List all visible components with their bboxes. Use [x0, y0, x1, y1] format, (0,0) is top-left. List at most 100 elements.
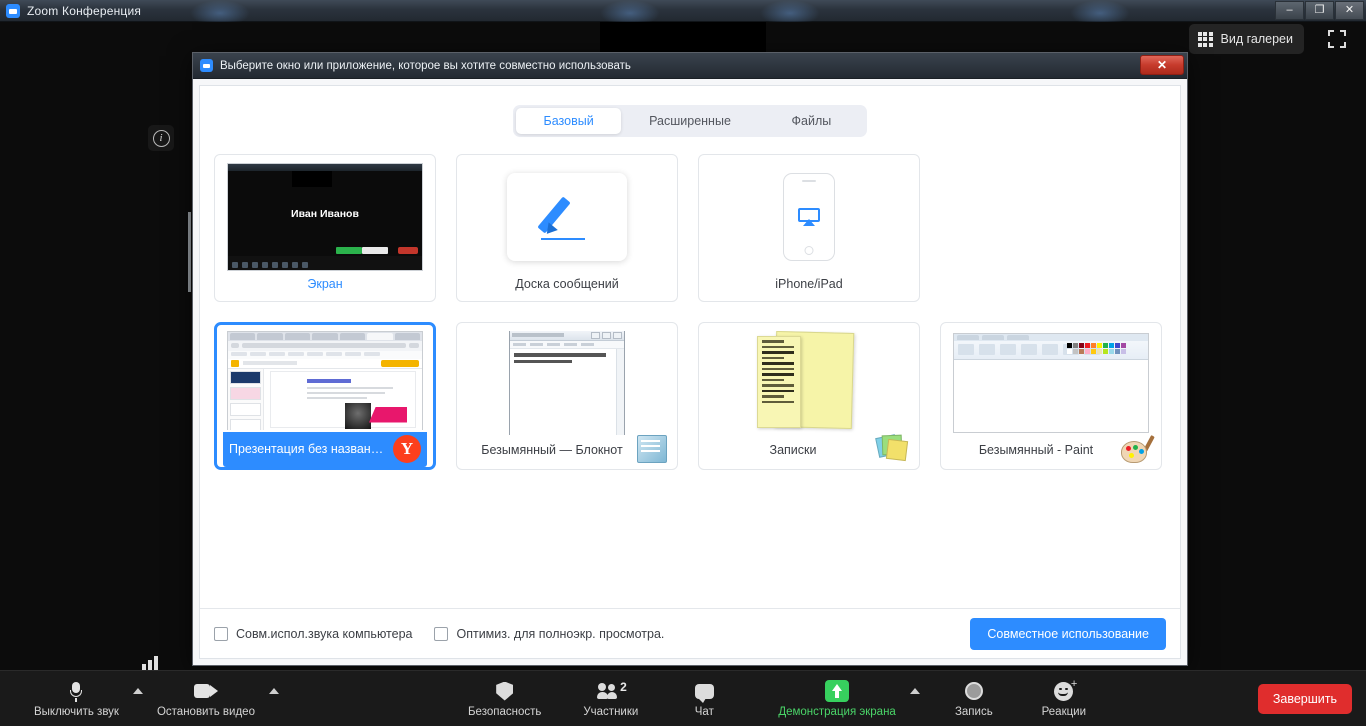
share-card-iphone-ipad[interactable]: iPhone/iPad — [698, 154, 920, 302]
minimize-button[interactable]: – — [1275, 1, 1304, 20]
microphone-icon — [70, 680, 83, 702]
security-button[interactable]: Безопасность — [460, 671, 549, 726]
chevron-up-icon — [132, 687, 143, 694]
sticky-notes-thumbnail — [707, 331, 911, 435]
checkbox-box[interactable] — [214, 626, 228, 641]
checkbox-optimize-fullscreen[interactable]: Оптимиз. для полноэкр. просмотра. — [434, 626, 665, 641]
fullscreen-icon[interactable] — [1328, 30, 1346, 48]
participants-label: Участники — [583, 706, 639, 718]
dialog-body: Базовый Расширенные Файлы Иван Иванов Эк… — [199, 85, 1181, 659]
os-titlebar: Zoom Конференция – ❐ ✕ — [0, 0, 1366, 22]
security-label: Безопасность — [468, 706, 542, 718]
record-button[interactable]: Запись — [942, 671, 1006, 726]
dialog-title: Выберите окно или приложение, которое вы… — [220, 59, 631, 72]
chevron-up-icon — [268, 687, 279, 694]
grid-icon — [1197, 31, 1213, 47]
video-thumbnail-strip — [600, 22, 766, 56]
share-card-label-sticky-notes: Записки — [769, 443, 817, 457]
tab-advanced[interactable]: Расширенные — [623, 108, 757, 134]
record-label: Запись — [954, 706, 993, 718]
signal-strength-icon — [142, 652, 164, 670]
share-card-label-iphone-ipad: iPhone/iPad — [775, 277, 843, 291]
share-target-grid: Иван Иванов Экран Доска сообщений iPhone… — [200, 137, 1180, 470]
share-card-label-presentation: Презентация без названия - Go... — [229, 442, 389, 456]
share-button[interactable]: Совместное использование — [970, 617, 1166, 650]
paint-thumbnail — [949, 331, 1153, 435]
share-card-whiteboard[interactable]: Доска сообщений — [456, 154, 678, 302]
gallery-view-label: Вид галереи — [1220, 32, 1293, 46]
share-card-paint[interactable]: Безымянный - Paint — [940, 322, 1162, 470]
checkbox-label-audio: Совм.испол.звука компьютера — [236, 626, 413, 641]
presentation-thumbnail — [223, 331, 427, 430]
os-window-controls: – ❐ ✕ — [1275, 1, 1364, 20]
shield-icon — [496, 680, 514, 702]
screen-thumbnail: Иван Иванов — [223, 163, 427, 271]
share-card-notepad[interactable]: Безымянный — Блокнот — [456, 322, 678, 470]
share-card-sticky-notes[interactable]: Записки — [698, 322, 920, 470]
audio-options-button[interactable] — [127, 671, 149, 726]
notepad-app-icon — [637, 435, 667, 463]
share-screen-icon — [825, 680, 850, 702]
share-card-presentation[interactable]: Презентация без названия - Go... Y — [214, 322, 436, 470]
whiteboard-thumbnail — [465, 163, 669, 271]
dialog-close-button[interactable]: ✕ — [1140, 55, 1184, 75]
chevron-up-icon — [909, 688, 920, 694]
share-options-button[interactable] — [904, 671, 926, 726]
yandex-browser-icon: Y — [393, 435, 421, 463]
camera-icon — [193, 680, 218, 702]
mute-label: Выключить звук — [34, 705, 119, 718]
phone-icon — [783, 173, 835, 261]
chat-button[interactable]: Чат — [672, 671, 736, 726]
tabs-container: Базовый Расширенные Файлы — [200, 86, 1180, 137]
share-screen-label: Демонстрация экрана — [778, 706, 896, 718]
checkbox-share-computer-audio[interactable]: Совм.испол.звука компьютера — [214, 626, 413, 641]
close-button[interactable]: ✕ — [1335, 1, 1364, 20]
record-icon — [964, 680, 983, 702]
presentation-caption-bar: Презентация без названия - Go... Y — [223, 432, 427, 467]
screen-thumbnail-participant-name: Иван Иванов — [291, 208, 359, 220]
info-glyph: i — [152, 129, 170, 147]
airplay-icon — [798, 208, 820, 226]
share-screen-button[interactable]: Демонстрация экрана — [770, 671, 904, 726]
pen-icon — [537, 191, 595, 243]
share-card-label-whiteboard: Доска сообщений — [515, 277, 619, 291]
share-selection-dialog: Выберите окно или приложение, которое вы… — [192, 52, 1188, 666]
paint-app-icon — [1121, 435, 1155, 463]
notepad-thumbnail — [465, 331, 669, 435]
os-window-title: Zoom Конференция — [27, 3, 142, 18]
zoom-logo-icon — [200, 59, 213, 72]
dialog-footer: Совм.испол.звука компьютера Оптимиз. для… — [200, 608, 1180, 658]
phone-thumbnail — [707, 163, 911, 271]
checkbox-label-optimize: Оптимиз. для полноэкр. просмотра. — [456, 626, 665, 641]
zoom-logo-icon — [6, 3, 20, 18]
restore-button[interactable]: ❐ — [1305, 1, 1334, 20]
share-card-label-paint: Безымянный - Paint — [978, 443, 1094, 457]
reactions-button[interactable]: + Реакции — [1032, 671, 1096, 726]
meeting-toolbar: Выключить звук Остановить видео Безопасн… — [0, 670, 1366, 726]
sticky-notes-app-icon — [875, 434, 909, 463]
share-card-screen[interactable]: Иван Иванов Экран — [214, 154, 436, 302]
video-options-button[interactable] — [263, 671, 285, 726]
tab-basic[interactable]: Базовый — [516, 108, 622, 134]
toolbar-center-group: Безопасность 2 Участники Чат Демонстраци… — [460, 671, 1096, 726]
mute-button[interactable]: Выключить звук — [26, 671, 127, 726]
chat-label: Чат — [694, 706, 714, 718]
participants-count: 2 — [620, 679, 627, 694]
share-tabs: Базовый Расширенные Файлы — [513, 105, 867, 137]
dialog-titlebar: Выберите окно или приложение, которое вы… — [193, 53, 1187, 79]
share-card-label-notepad: Безымянный — Блокнот — [481, 443, 623, 457]
checkbox-box[interactable] — [434, 626, 449, 641]
window-edge-left — [188, 212, 191, 292]
stop-video-button[interactable]: Остановить видео — [149, 671, 263, 726]
participants-icon: 2 — [596, 679, 627, 702]
info-icon[interactable]: i — [148, 125, 174, 151]
chat-bubble-icon — [694, 680, 714, 703]
participants-button[interactable]: 2 Участники — [575, 671, 646, 726]
end-meeting-button[interactable]: Завершить — [1257, 684, 1352, 714]
video-label: Остановить видео — [156, 705, 255, 718]
reactions-icon: + — [1054, 678, 1077, 702]
share-card-label-screen: Экран — [307, 277, 343, 291]
gallery-view-button[interactable]: Вид галереи — [1188, 24, 1304, 54]
reactions-label: Реакции — [1041, 706, 1087, 718]
tab-files[interactable]: Файлы — [759, 108, 864, 134]
